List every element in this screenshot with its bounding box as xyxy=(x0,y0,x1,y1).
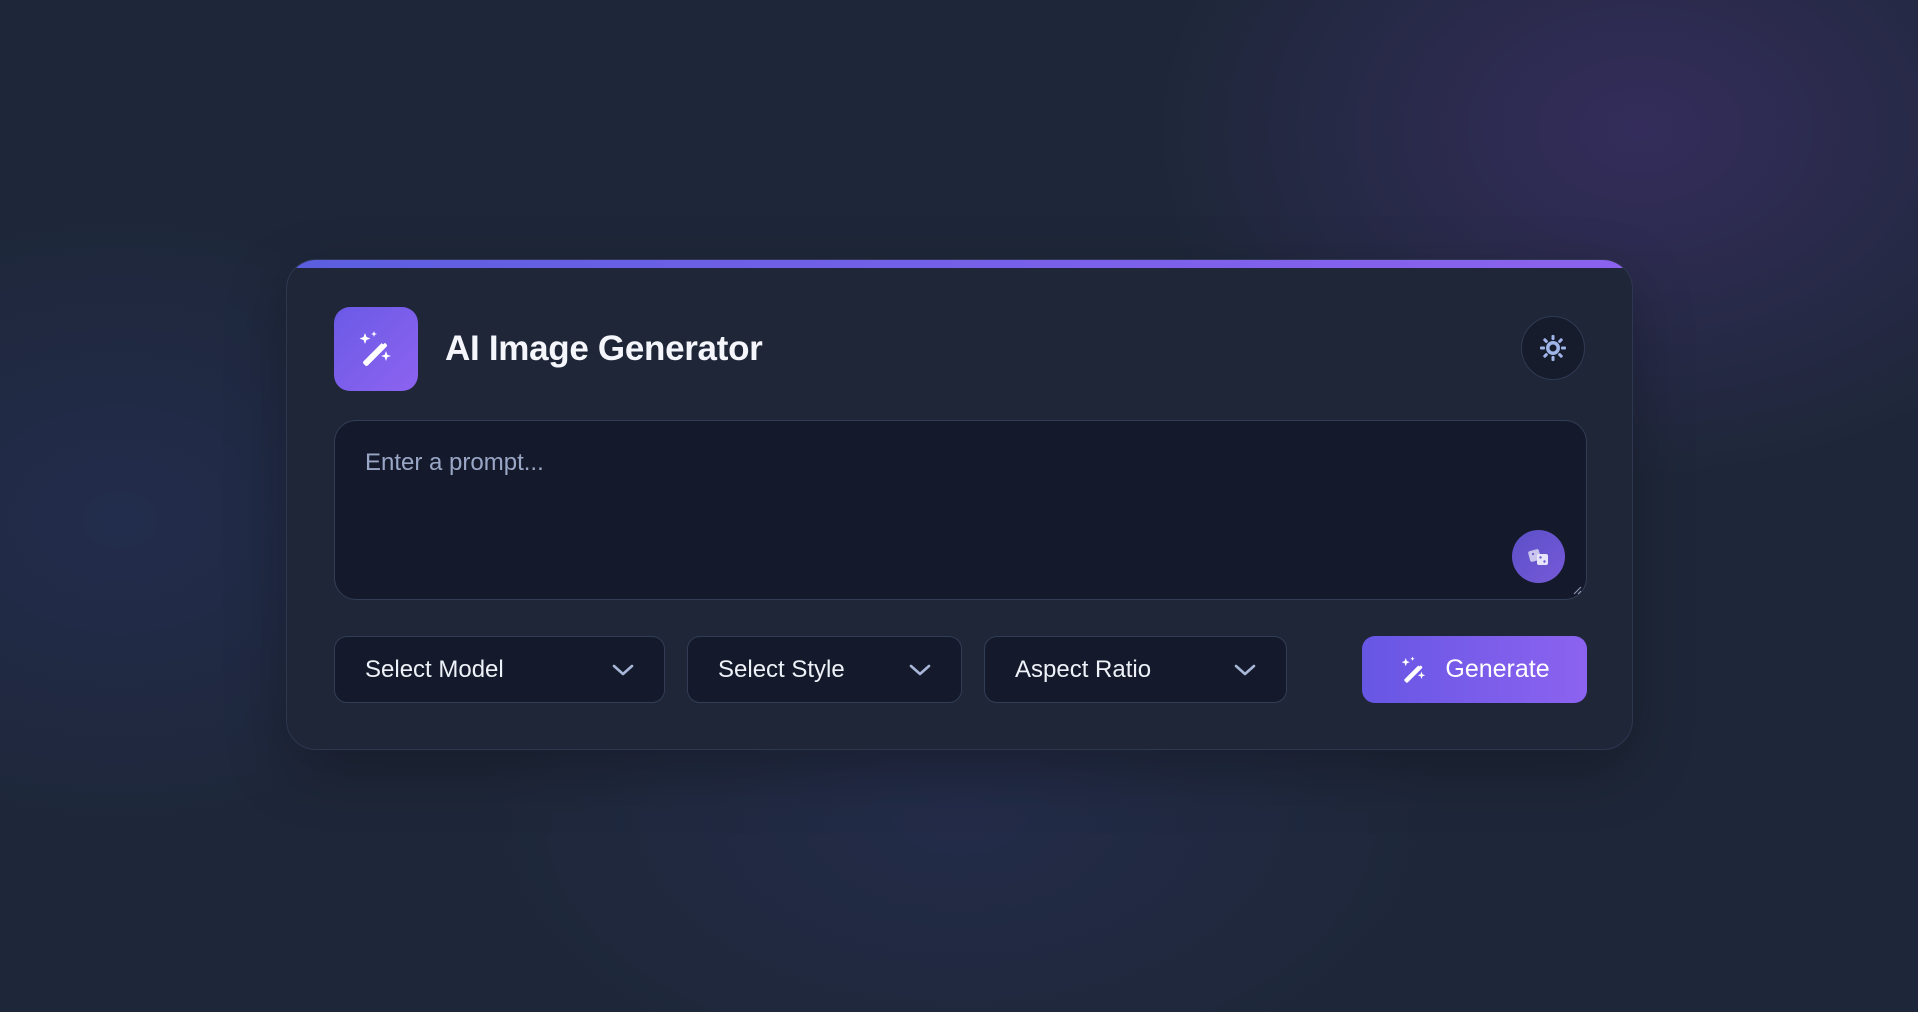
resize-grip-icon[interactable] xyxy=(1572,585,1582,595)
aspect-ratio-select[interactable]: Aspect Ratio xyxy=(984,636,1287,703)
dice-icon xyxy=(1527,548,1548,565)
prompt-input[interactable] xyxy=(335,421,1586,599)
chevron-down-icon xyxy=(1234,664,1256,675)
generate-button[interactable]: Generate xyxy=(1362,636,1587,703)
card-accent-bar xyxy=(287,260,1632,268)
random-prompt-button[interactable] xyxy=(1512,530,1565,583)
style-select-label: Select Style xyxy=(718,655,845,683)
model-select-label: Select Model xyxy=(365,655,504,683)
page-title: AI Image Generator xyxy=(445,329,763,368)
theme-toggle-button[interactable] xyxy=(1521,316,1585,380)
style-select[interactable]: Select Style xyxy=(687,636,962,703)
app-logo xyxy=(334,307,418,391)
model-select[interactable]: Select Model xyxy=(334,636,665,703)
generator-card: AI Image Generator Enter a prompt... Sel… xyxy=(286,259,1633,750)
sun-icon xyxy=(1540,335,1566,361)
generate-button-label: Generate xyxy=(1445,655,1550,683)
chevron-down-icon xyxy=(909,664,931,675)
aspect-ratio-select-label: Aspect Ratio xyxy=(1015,655,1152,683)
chevron-down-icon xyxy=(612,664,634,675)
magic-wand-icon xyxy=(359,331,391,366)
prompt-container xyxy=(334,420,1587,600)
magic-wand-icon xyxy=(1402,656,1426,683)
